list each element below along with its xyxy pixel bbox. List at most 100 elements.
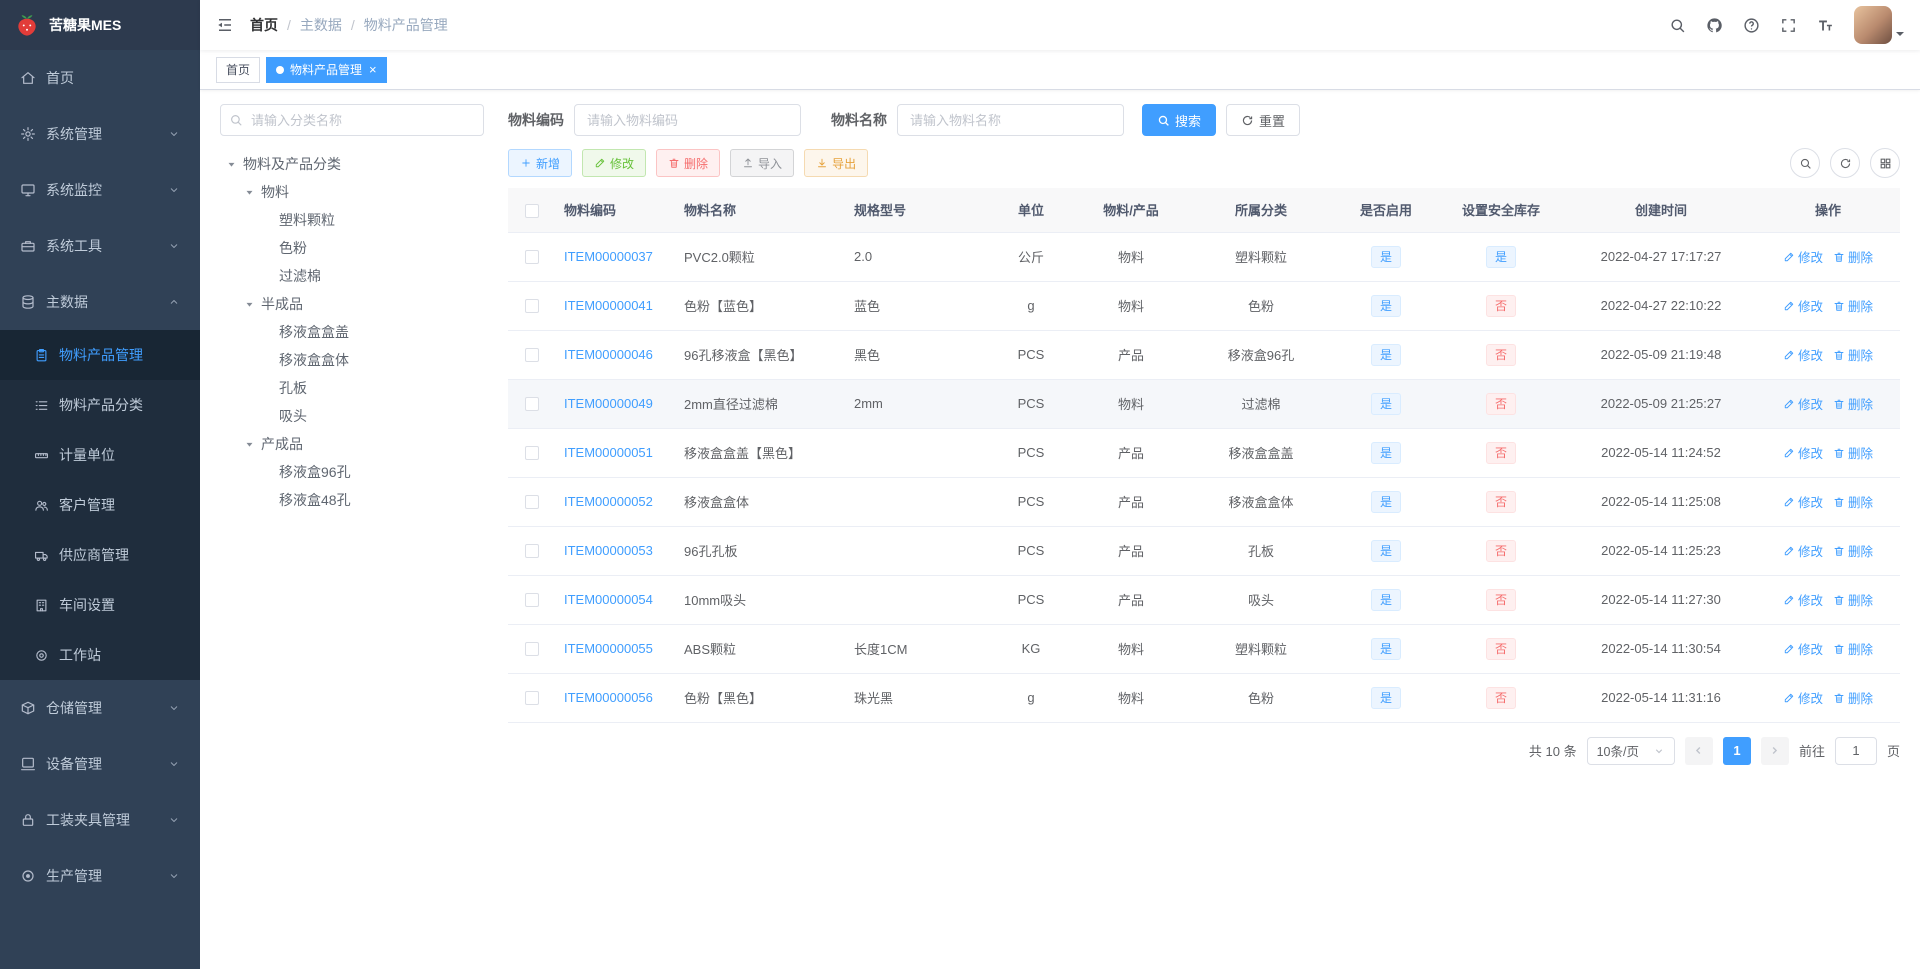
material-code-link[interactable]: ITEM00000055 [564, 641, 653, 656]
column-header[interactable]: 单位 [986, 188, 1076, 233]
tree-node[interactable]: 移液盒48孔 [220, 486, 484, 514]
goto-page-input[interactable] [1834, 736, 1877, 765]
sidebar-item-material-category[interactable]: 物料产品分类 [0, 380, 200, 430]
github-icon[interactable] [1706, 17, 1723, 34]
reset-button[interactable]: 重置 [1226, 104, 1301, 136]
enabled-tag[interactable]: 是 [1370, 343, 1401, 366]
safety-stock-tag[interactable]: 是 [1485, 245, 1516, 268]
row-checkbox[interactable] [525, 544, 539, 559]
material-code-link[interactable]: ITEM00000053 [564, 543, 653, 558]
enabled-tag[interactable]: 是 [1370, 686, 1401, 709]
row-delete-link[interactable]: 删除 [1833, 541, 1873, 560]
column-header[interactable]: 规格型号 [846, 188, 986, 233]
row-delete-link[interactable]: 删除 [1833, 443, 1873, 462]
column-settings-button[interactable] [1870, 148, 1900, 178]
tab-home[interactable]: 首页 [216, 56, 261, 83]
safety-stock-tag[interactable]: 否 [1485, 294, 1516, 317]
fullscreen-icon[interactable] [1780, 17, 1797, 34]
row-edit-link[interactable]: 修改 [1783, 247, 1823, 266]
enabled-tag[interactable]: 是 [1370, 392, 1401, 415]
material-code-input[interactable] [574, 104, 801, 136]
sidebar-item-fixture[interactable]: 工装夹具管理 [0, 792, 200, 848]
breadcrumb-item[interactable]: 首页 [250, 15, 278, 35]
tree-expand-caret-icon[interactable] [226, 159, 243, 170]
refresh-table-button[interactable] [1830, 148, 1860, 178]
search-icon[interactable] [1669, 17, 1686, 34]
add-button[interactable]: 新增 [508, 149, 573, 177]
page-size-select[interactable]: 10条/页 [1586, 736, 1675, 765]
column-header[interactable]: 所属分类 [1186, 188, 1336, 233]
enabled-tag[interactable]: 是 [1370, 588, 1401, 611]
select-all-checkbox[interactable] [525, 203, 539, 218]
column-header[interactable]: 物料编码 [556, 188, 676, 233]
sidebar-item-equipment[interactable]: 设备管理 [0, 736, 200, 792]
page-number-button[interactable]: 1 [1722, 736, 1751, 765]
row-edit-link[interactable]: 修改 [1783, 541, 1823, 560]
column-header[interactable]: 是否启用 [1336, 188, 1436, 233]
material-code-link[interactable]: ITEM00000052 [564, 494, 653, 509]
tree-node[interactable]: 移液盒96孔 [220, 458, 484, 486]
tab-close-icon[interactable]: × [369, 63, 377, 76]
column-header[interactable]: 物料名称 [676, 188, 846, 233]
sidebar-item-measure-unit[interactable]: 计量单位 [0, 430, 200, 480]
tab-material-product[interactable]: 物料产品管理 × [266, 56, 387, 83]
sidebar-item-supplier[interactable]: 供应商管理 [0, 530, 200, 580]
column-header[interactable]: 操作 [1756, 188, 1900, 233]
sidebar-item-material-product[interactable]: 物料产品管理 [0, 330, 200, 380]
row-delete-link[interactable]: 删除 [1833, 345, 1873, 364]
row-delete-link[interactable]: 删除 [1833, 296, 1873, 315]
safety-stock-tag[interactable]: 否 [1485, 686, 1516, 709]
avatar[interactable] [1854, 6, 1892, 44]
sidebar-item-customer[interactable]: 客户管理 [0, 480, 200, 530]
tree-node[interactable]: 产成品 [220, 430, 484, 458]
row-edit-link[interactable]: 修改 [1783, 688, 1823, 707]
prev-page-button[interactable] [1684, 736, 1713, 765]
tree-expand-caret-icon[interactable] [244, 439, 261, 450]
row-delete-link[interactable]: 删除 [1833, 247, 1873, 266]
export-button[interactable]: 导出 [804, 149, 869, 177]
enabled-tag[interactable]: 是 [1370, 441, 1401, 464]
search-button[interactable]: 搜索 [1142, 104, 1217, 136]
sidebar-item-workshop[interactable]: 车间设置 [0, 580, 200, 630]
column-header[interactable]: 物料/产品 [1076, 188, 1186, 233]
row-checkbox[interactable] [525, 397, 539, 412]
breadcrumb-item[interactable]: 主数据 [300, 15, 342, 35]
row-checkbox[interactable] [525, 348, 539, 363]
row-checkbox[interactable] [525, 250, 539, 265]
import-button[interactable]: 导入 [730, 149, 795, 177]
column-header[interactable]: 创建时间 [1566, 188, 1756, 233]
tree-node[interactable]: 移液盒盒体 [220, 346, 484, 374]
tree-node[interactable]: 半成品 [220, 290, 484, 318]
tree-node[interactable]: 过滤棉 [220, 262, 484, 290]
material-name-input[interactable] [897, 104, 1124, 136]
help-icon[interactable] [1743, 17, 1760, 34]
sidebar-toggle-icon[interactable] [216, 16, 234, 34]
next-page-button[interactable] [1760, 736, 1789, 765]
material-code-link[interactable]: ITEM00000056 [564, 690, 653, 705]
tree-expand-caret-icon[interactable] [244, 299, 261, 310]
row-delete-link[interactable]: 删除 [1833, 688, 1873, 707]
app-logo[interactable]: 苦糖果MES [0, 0, 200, 50]
row-checkbox[interactable] [525, 495, 539, 510]
delete-button[interactable]: 删除 [656, 149, 721, 177]
safety-stock-tag[interactable]: 否 [1485, 490, 1516, 513]
sidebar-item-master-data[interactable]: 主数据 [0, 274, 200, 330]
column-header[interactable]: 设置安全库存 [1436, 188, 1566, 233]
tree-node[interactable]: 移液盒盒盖 [220, 318, 484, 346]
row-edit-link[interactable]: 修改 [1783, 443, 1823, 462]
row-checkbox[interactable] [525, 446, 539, 461]
sidebar-item-warehouse[interactable]: 仓储管理 [0, 680, 200, 736]
enabled-tag[interactable]: 是 [1370, 294, 1401, 317]
safety-stock-tag[interactable]: 否 [1485, 539, 1516, 562]
row-edit-link[interactable]: 修改 [1783, 345, 1823, 364]
sidebar-item-home[interactable]: 首页 [0, 50, 200, 106]
row-delete-link[interactable]: 删除 [1833, 590, 1873, 609]
material-code-link[interactable]: ITEM00000051 [564, 445, 653, 460]
row-delete-link[interactable]: 删除 [1833, 492, 1873, 511]
enabled-tag[interactable]: 是 [1370, 245, 1401, 268]
sidebar-item-tools[interactable]: 系统工具 [0, 218, 200, 274]
material-code-link[interactable]: ITEM00000049 [564, 396, 653, 411]
edit-button[interactable]: 修改 [582, 149, 647, 177]
sidebar-item-production[interactable]: 生产管理 [0, 848, 200, 904]
sidebar-item-system[interactable]: 系统管理 [0, 106, 200, 162]
